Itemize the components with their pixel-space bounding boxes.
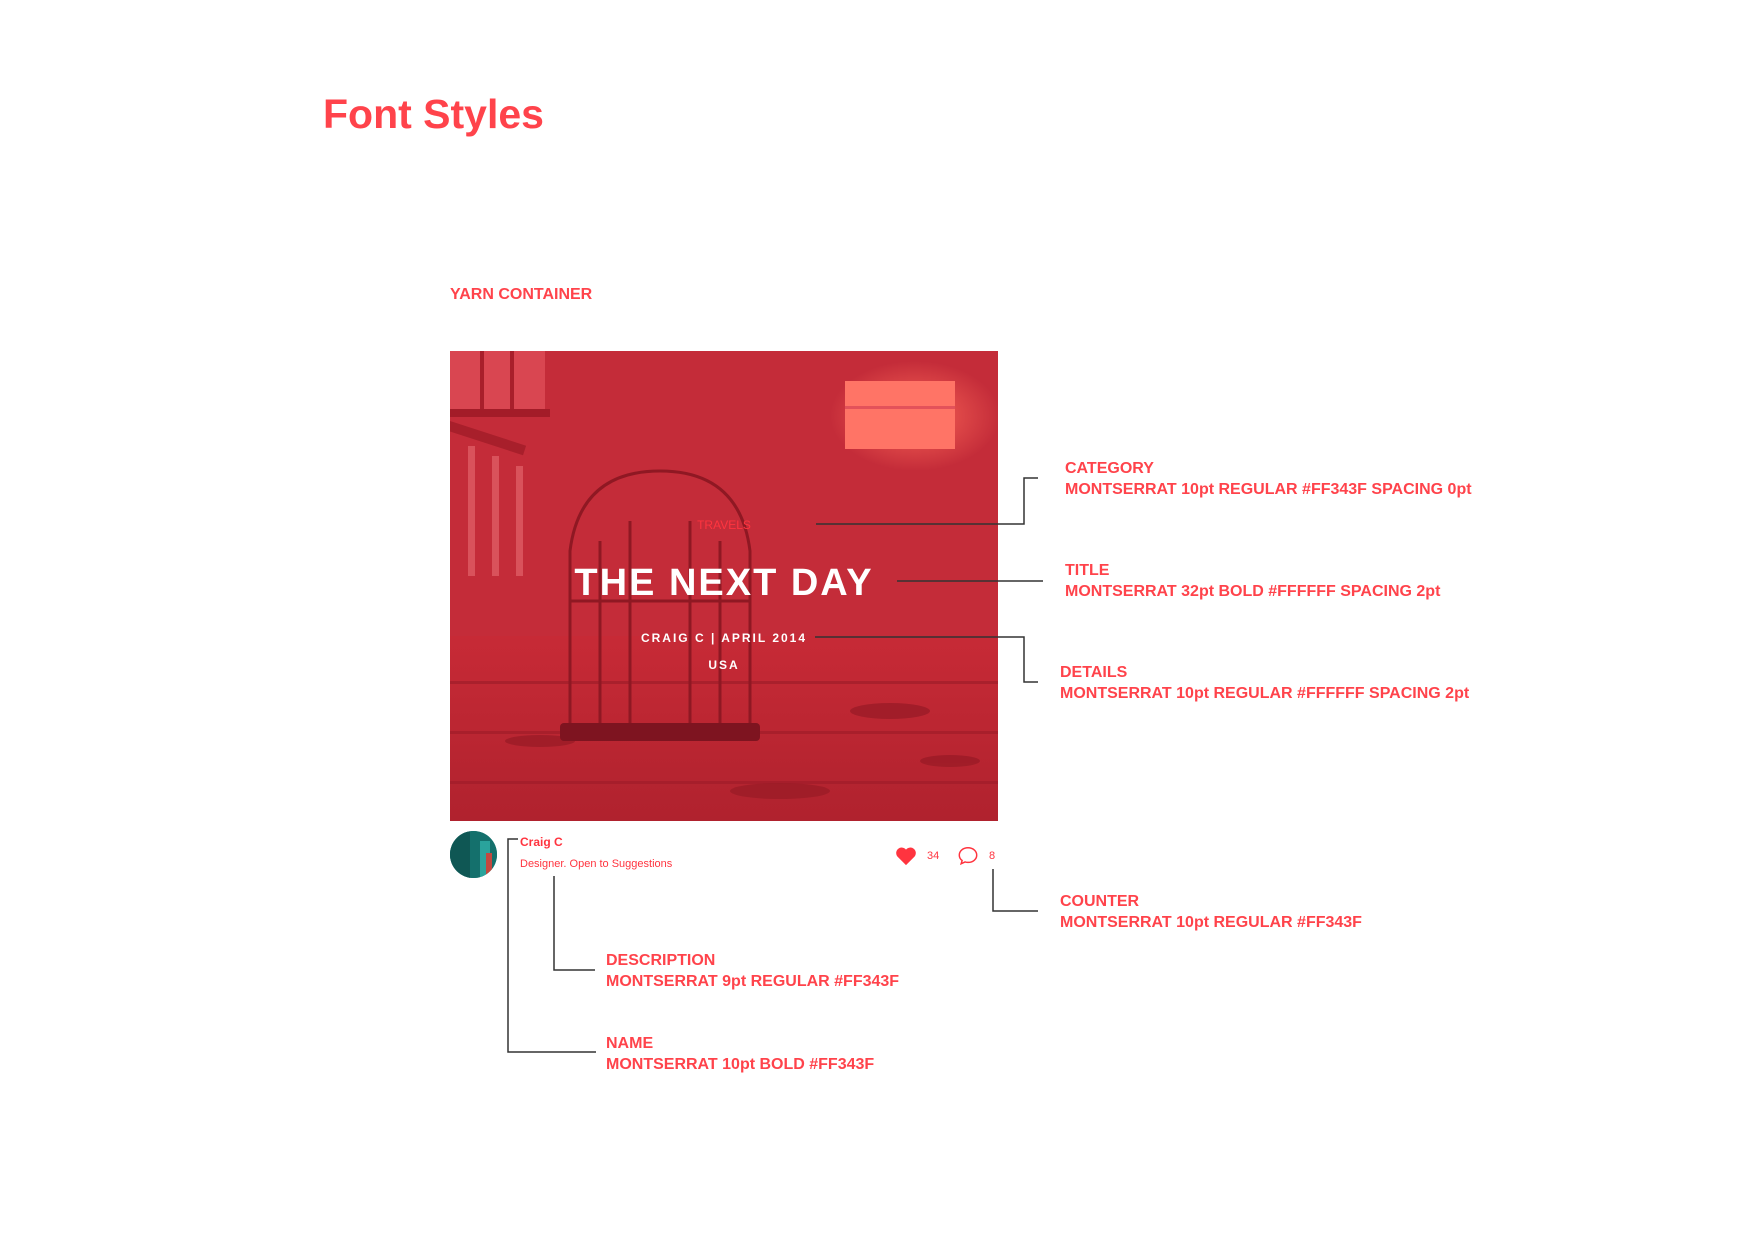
card-category: TRAVELS — [697, 518, 751, 532]
annotation-details-heading: DETAILS — [1060, 664, 1128, 681]
author-description: Designer. Open to Suggestions — [520, 858, 673, 870]
annotation-title-heading: TITLE — [1065, 562, 1110, 579]
annotation-title-spec: MONTSERRAT 32pt BOLD #FFFFFF SPACING 2pt — [1065, 583, 1441, 600]
annotation-description-heading: DESCRIPTION — [606, 952, 716, 969]
annotation-details-spec: MONTSERRAT 10pt REGULAR #FFFFFF SPACING … — [1060, 685, 1470, 702]
avatar-image — [450, 831, 497, 878]
annotation-category-spec: MONTSERRAT 10pt REGULAR #FF343F SPACING … — [1065, 481, 1472, 498]
card-location: USA — [708, 658, 740, 672]
like-count: 34 — [927, 850, 940, 862]
annotation-description-spec: MONTSERRAT 9pt REGULAR #FF343F — [606, 973, 900, 990]
card-details: CRAIG C | APRIL 2014 — [640, 631, 808, 645]
avatar[interactable] — [450, 831, 497, 878]
section-label: YARN CONTAINER — [450, 286, 593, 303]
author-name[interactable]: Craig C — [520, 835, 563, 849]
annotation-name-spec: MONTSERRAT 10pt BOLD #FF343F — [606, 1056, 875, 1073]
annotation-counter-heading: COUNTER — [1060, 893, 1140, 910]
annotation-description: DESCRIPTION MONTSERRAT 9pt REGULAR #FF34… — [606, 950, 899, 992]
annotation-category: CATEGORY MONTSERRAT 10pt REGULAR #FF343F… — [1065, 458, 1472, 500]
annotation-details: DETAILS MONTSERRAT 10pt REGULAR #FFFFFF … — [1060, 662, 1469, 704]
card-title[interactable]: THE NEXT DAY — [450, 561, 998, 605]
annotation-category-heading: CATEGORY — [1065, 460, 1154, 477]
annotation-counter: COUNTER MONTSERRAT 10pt REGULAR #FF343F — [1060, 891, 1362, 933]
page-title: Font Styles — [323, 91, 544, 137]
annotation-name: NAME MONTSERRAT 10pt BOLD #FF343F — [606, 1033, 874, 1075]
comment-icon[interactable] — [957, 845, 979, 867]
annotation-name-heading: NAME — [606, 1035, 654, 1052]
comment-count: 8 — [989, 850, 996, 862]
heart-icon[interactable] — [895, 846, 917, 866]
annotation-title: TITLE MONTSERRAT 32pt BOLD #FFFFFF SPACI… — [1065, 560, 1440, 602]
annotation-counter-spec: MONTSERRAT 10pt REGULAR #FF343F — [1060, 914, 1362, 931]
yarn-card-image[interactable]: TRAVELS THE NEXT DAY CRAIG C | APRIL 201… — [450, 351, 998, 821]
